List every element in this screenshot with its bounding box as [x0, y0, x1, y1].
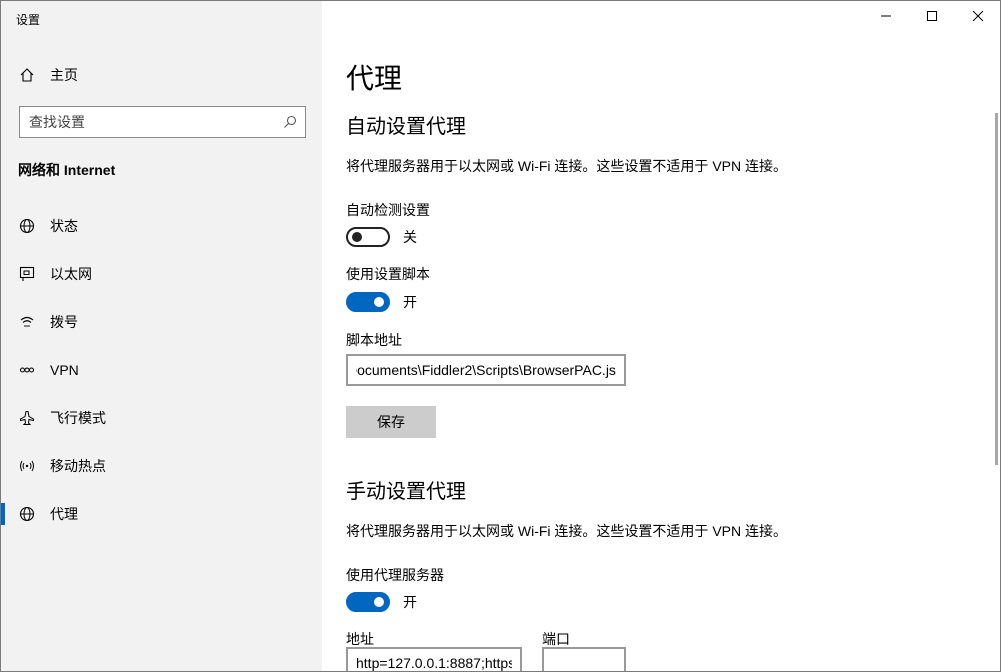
- globe-status-icon: [18, 217, 36, 235]
- sidebar-item-label: 主页: [50, 67, 78, 83]
- search-icon[interactable]: [282, 114, 298, 130]
- use-proxy-row: 开: [346, 591, 417, 613]
- sidebar-item-label: 移动热点: [50, 458, 106, 474]
- script-address-field[interactable]: [346, 354, 626, 386]
- save-button[interactable]: 保存: [346, 406, 436, 438]
- sidebar-item-label: 飞行模式: [50, 410, 106, 426]
- hotspot-icon: [18, 457, 36, 475]
- vpn-icon: [18, 361, 36, 379]
- search-box[interactable]: [19, 106, 306, 138]
- scrollbar[interactable]: [995, 113, 998, 465]
- airplane-icon: [18, 409, 36, 427]
- home-icon: [18, 66, 36, 84]
- sidebar-item-label: 以太网: [50, 266, 92, 282]
- auto-detect-label: 自动检测设置: [346, 202, 430, 218]
- sidebar-item-label: VPN: [50, 362, 79, 378]
- globe-icon: [18, 505, 36, 523]
- auto-proxy-heading: 自动设置代理: [346, 116, 466, 138]
- script-address-label: 脚本地址: [346, 332, 402, 348]
- sidebar-item-label: 状态: [50, 218, 78, 234]
- sidebar-item-proxy[interactable]: 代理: [1, 494, 322, 534]
- use-proxy-label: 使用代理服务器: [346, 567, 444, 583]
- proxy-port-input[interactable]: [544, 649, 624, 671]
- setup-script-label: 使用设置脚本: [346, 266, 430, 282]
- sidebar-item-status[interactable]: 状态: [1, 206, 322, 246]
- page-title: 代理: [346, 63, 403, 94]
- proxy-address-input[interactable]: [348, 649, 520, 671]
- proxy-address-label: 地址: [346, 631, 374, 647]
- sidebar-item-label: 拨号: [50, 314, 78, 330]
- settings-window: 设置 主页 网络和 Internet 状态 以太网: [0, 0, 1001, 672]
- toggle-knob: [352, 232, 362, 242]
- auto-proxy-description: 将代理服务器用于以太网或 Wi-Fi 连接。这些设置不适用于 VPN 连接。: [346, 158, 787, 174]
- search-input[interactable]: [20, 107, 275, 137]
- toggle-state-text: 开: [403, 294, 417, 310]
- sidebar-item-airplane-mode[interactable]: 飞行模式: [1, 398, 322, 438]
- toggle-knob: [374, 297, 384, 307]
- sidebar-item-vpn[interactable]: VPN: [1, 350, 322, 390]
- app-title: 设置: [16, 13, 41, 27]
- toggle-state-text: 关: [403, 229, 417, 245]
- proxy-address-field[interactable]: [346, 647, 522, 671]
- toggle-knob: [374, 597, 384, 607]
- active-indicator: [1, 503, 5, 525]
- setup-script-toggle[interactable]: [346, 292, 390, 312]
- sidebar-section-heading: 网络和 Internet: [18, 162, 116, 178]
- sidebar-item-ethernet[interactable]: 以太网: [1, 254, 322, 294]
- proxy-port-field[interactable]: [542, 647, 626, 671]
- sidebar-item-label: 代理: [50, 506, 78, 522]
- sidebar: 设置 主页 网络和 Internet 状态 以太网: [1, 1, 322, 671]
- sidebar-item-mobile-hotspot[interactable]: 移动热点: [1, 446, 322, 486]
- main-content: 代理 自动设置代理 将代理服务器用于以太网或 Wi-Fi 连接。这些设置不适用于…: [322, 1, 994, 671]
- sidebar-item-dialup[interactable]: 拨号: [1, 302, 322, 342]
- manual-proxy-description: 将代理服务器用于以太网或 Wi-Fi 连接。这些设置不适用于 VPN 连接。: [346, 523, 787, 539]
- use-proxy-toggle[interactable]: [346, 592, 390, 612]
- auto-detect-row: 关: [346, 226, 417, 248]
- dialup-icon: [18, 313, 36, 331]
- sidebar-item-home[interactable]: 主页: [1, 57, 322, 93]
- toggle-state-text: 开: [403, 594, 417, 610]
- manual-proxy-heading: 手动设置代理: [346, 481, 466, 503]
- proxy-port-label: 端口: [542, 631, 570, 647]
- ethernet-icon: [18, 265, 36, 283]
- setup-script-row: 开: [346, 291, 417, 313]
- auto-detect-toggle[interactable]: [346, 227, 390, 247]
- script-address-input[interactable]: [348, 356, 624, 384]
